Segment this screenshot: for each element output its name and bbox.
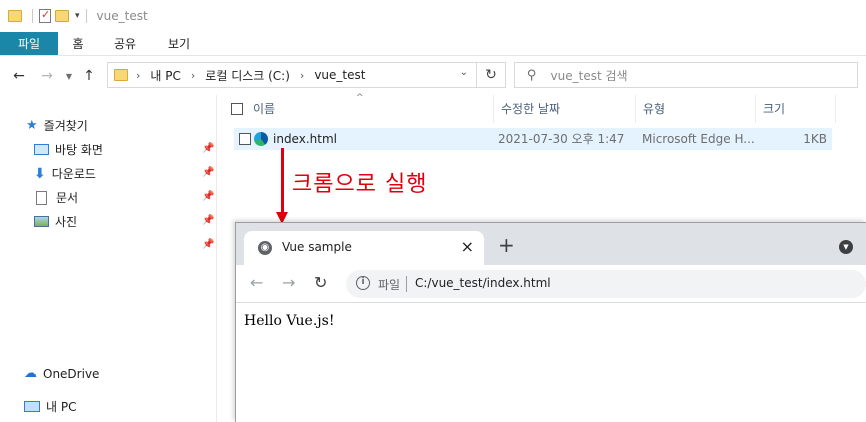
ribbon-tabs: 파일 홈 공유 보기: [0, 32, 866, 56]
window-title: vue_test: [96, 9, 148, 23]
properties-icon[interactable]: [39, 8, 51, 23]
search-icon: ⚲: [527, 67, 537, 83]
navigation-pane: ★ 즐겨찾기 바탕 화면 📌 ⬇ 다운로드 📌 문서 📌 사진 📌 📌 ☁ On…: [0, 95, 217, 422]
column-header-row: 이름 수정한 날짜 유형 크기: [218, 95, 836, 123]
address-bar[interactable]: › 내 PC › 로컬 디스크 (C:) › vue_test ⌄: [107, 62, 477, 88]
desktop-icon: [34, 144, 49, 155]
forward-button[interactable]: →: [36, 68, 58, 84]
breadcrumb-this-pc[interactable]: 내 PC: [150, 67, 180, 84]
sidebar-item-this-pc[interactable]: 내 PC: [24, 398, 76, 415]
file-name: index.html: [273, 132, 337, 146]
forward-button[interactable]: →: [282, 273, 295, 292]
tab-view[interactable]: 보기: [152, 32, 206, 55]
download-icon: ⬇: [34, 165, 46, 182]
tab-strip: ◉ Vue sample × + ▼: [236, 223, 866, 265]
navigation-bar: ← → ▼ ↑ › 내 PC › 로컬 디스크 (C:) › vue_test …: [0, 57, 866, 95]
sidebar-item-desktop[interactable]: 바탕 화면: [34, 141, 103, 158]
chevron-right-icon[interactable]: ›: [300, 69, 304, 82]
reload-button[interactable]: ↻: [314, 273, 327, 292]
sidebar-item-label: 바탕 화면: [55, 143, 103, 157]
sidebar-item-label: 즐겨찾기: [43, 119, 88, 133]
chevron-down-icon[interactable]: ⌄: [460, 67, 468, 78]
back-button[interactable]: ←: [8, 68, 30, 84]
browser-tab[interactable]: ◉ Vue sample ×: [244, 231, 484, 265]
globe-icon: ◉: [258, 241, 272, 255]
table-row[interactable]: index.html 2021-07-30 오후 1:47 Microsoft …: [234, 128, 832, 150]
refresh-button[interactable]: ↻: [477, 62, 506, 88]
url-text: C:/vue_test/index.html: [415, 276, 551, 290]
close-icon[interactable]: ×: [461, 237, 474, 256]
search-placeholder: vue_test 검색: [550, 68, 628, 83]
column-header-size[interactable]: 크기: [756, 95, 836, 123]
chevron-right-icon[interactable]: ›: [191, 69, 195, 82]
column-header-name[interactable]: 이름: [224, 95, 494, 123]
browser-window: ◉ Vue sample × + ▼ ← → ↻ i 파일 C:/vue_tes…: [235, 222, 866, 422]
tab-share[interactable]: 공유: [98, 32, 152, 55]
divider: [85, 9, 87, 23]
recent-locations-icon[interactable]: ▼: [62, 72, 76, 81]
file-modified: 2021-07-30 오후 1:47: [498, 132, 625, 146]
page-content: Hello Vue.js!: [244, 313, 335, 329]
breadcrumb-local-disk[interactable]: 로컬 디스크 (C:): [205, 67, 290, 84]
tab-search-icon[interactable]: ▼: [839, 240, 853, 254]
annotation-arrow-shaft: [281, 148, 284, 214]
folder-icon[interactable]: [8, 10, 22, 22]
new-tab-button[interactable]: +: [498, 233, 515, 257]
info-icon[interactable]: i: [356, 276, 370, 290]
annotation-label: 크롬으로 실행: [292, 172, 428, 197]
sidebar-item-label: 문서: [56, 191, 79, 205]
pin-icon[interactable]: 📌: [202, 239, 214, 250]
sidebar-item-onedrive[interactable]: ☁ OneDrive: [24, 366, 99, 381]
new-folder-icon[interactable]: [55, 10, 69, 22]
tab-home[interactable]: 홈: [58, 32, 98, 55]
cloud-icon: ☁: [24, 366, 37, 381]
pin-icon[interactable]: 📌: [202, 215, 214, 226]
address-bar[interactable]: i 파일 C:/vue_test/index.html: [346, 270, 866, 298]
star-icon: ★: [26, 118, 38, 133]
sidebar-item-label: 사진: [55, 215, 78, 229]
folder-icon: [114, 69, 128, 81]
row-checkbox[interactable]: [239, 133, 251, 145]
column-header-modified[interactable]: 수정한 날짜: [494, 95, 636, 123]
sidebar-item-downloads[interactable]: ⬇ 다운로드: [34, 165, 96, 182]
sidebar-item-documents[interactable]: 문서: [34, 189, 78, 206]
select-all-checkbox[interactable]: [231, 103, 243, 115]
quick-access-dropdown-icon[interactable]: ▾: [75, 11, 80, 21]
pin-icon[interactable]: 📌: [202, 167, 214, 178]
sidebar-item-label: 다운로드: [51, 167, 96, 181]
title-bar: ▾ vue_test: [0, 0, 866, 32]
sidebar-item-quick-access[interactable]: ★ 즐겨찾기: [26, 117, 88, 134]
scheme-label: 파일: [378, 278, 401, 292]
sidebar-item-label: OneDrive: [43, 366, 100, 381]
computer-icon: [24, 401, 40, 412]
column-header-label: 이름: [253, 102, 276, 116]
edge-html-icon: [254, 132, 268, 146]
pin-icon[interactable]: 📌: [202, 191, 214, 202]
tab-title: Vue sample: [282, 240, 352, 254]
file-type: Microsoft Edge H...: [642, 132, 755, 146]
file-size: 1KB: [803, 132, 827, 146]
search-input[interactable]: ⚲ vue_test 검색: [514, 62, 858, 88]
back-button[interactable]: ←: [250, 273, 263, 292]
pin-icon[interactable]: 📌: [202, 143, 214, 154]
sidebar-item-pictures[interactable]: 사진: [34, 213, 77, 230]
document-icon: [36, 190, 47, 205]
up-button[interactable]: ↑: [78, 68, 100, 84]
tab-file[interactable]: 파일: [0, 32, 58, 55]
pictures-icon: [34, 216, 49, 227]
divider: [32, 9, 33, 23]
browser-toolbar: ← → ↻ i 파일 C:/vue_test/index.html: [236, 265, 866, 303]
divider: [406, 276, 407, 292]
breadcrumb-folder[interactable]: vue_test: [314, 68, 365, 82]
sidebar-item-label: 내 PC: [46, 400, 77, 414]
chevron-right-icon[interactable]: ›: [136, 69, 140, 82]
column-header-type[interactable]: 유형: [636, 95, 756, 123]
